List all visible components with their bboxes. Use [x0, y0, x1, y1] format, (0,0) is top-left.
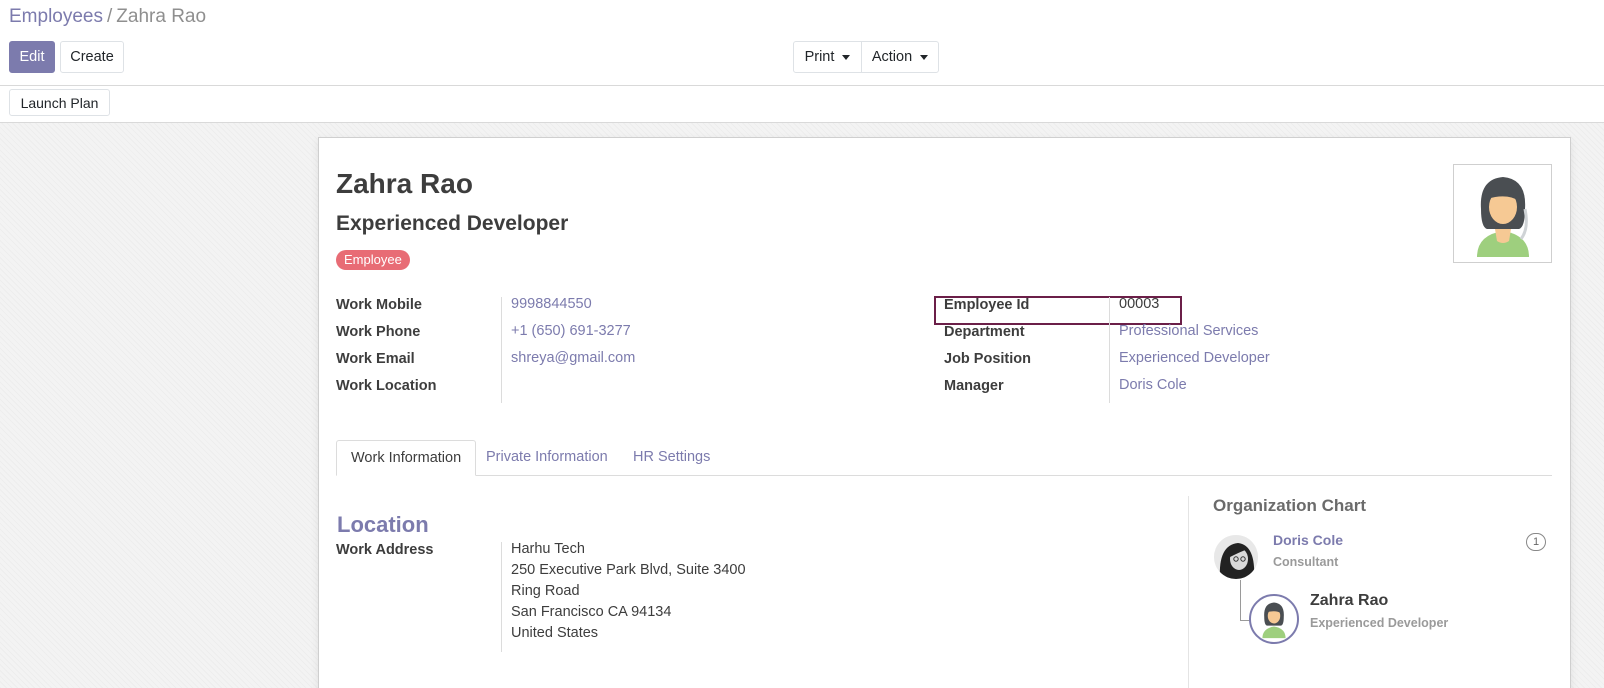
- field-work-location: Work Location: [336, 372, 436, 399]
- location-section-title: Location: [337, 512, 429, 537]
- right-fields-divider: [1109, 297, 1110, 403]
- employee-id-value[interactable]: 00003: [1119, 296, 1159, 312]
- work-email-value[interactable]: shreya@gmail.com: [511, 350, 635, 366]
- department-label: Department: [944, 323, 1025, 340]
- manager-avatar[interactable]: [1214, 535, 1258, 579]
- female-avatar-icon: [1476, 176, 1529, 257]
- manager-label: Manager: [944, 377, 1004, 394]
- work-address-company-link[interactable]: Harhu Tech: [511, 541, 585, 557]
- launch-plan-button[interactable]: Launch Plan: [9, 89, 110, 116]
- print-label: Print: [804, 49, 835, 65]
- control-panel: Employees / Zahra Rao Edit Create Print Ac…: [0, 0, 1604, 86]
- field-work-email: Work Email: [336, 345, 415, 372]
- work-location-label: Work Location: [336, 377, 437, 394]
- breadcrumb: Employees / Zahra Rao: [9, 6, 206, 28]
- org-chart-divider: [1188, 496, 1189, 688]
- employee-form-sheet: Zahra Rao Experienced Developer Employee…: [318, 137, 1571, 688]
- employee-org-avatar[interactable]: [1249, 594, 1299, 644]
- field-employee-id: Employee Id: [944, 291, 1029, 318]
- field-work-phone: Work Phone: [336, 318, 420, 345]
- left-fields-divider: [501, 297, 502, 403]
- subordinates-count-badge[interactable]: 1: [1526, 533, 1546, 551]
- tab-private-information[interactable]: Private Information: [472, 440, 622, 476]
- caret-down-icon: [920, 54, 929, 60]
- address-line: Ring Road: [511, 583, 580, 599]
- manager-avatar-icon: [1214, 535, 1258, 579]
- female-avatar-icon: [1262, 602, 1286, 639]
- print-dropdown-button[interactable]: Print: [793, 41, 862, 73]
- org-employee-title: Experienced Developer: [1310, 616, 1449, 630]
- work-email-label: Work Email: [336, 350, 415, 367]
- statusbar: Launch Plan: [0, 86, 1604, 123]
- address-divider: [501, 542, 502, 652]
- address-line: San Francisco CA 94134: [511, 604, 672, 620]
- org-manager-name[interactable]: Doris Cole: [1273, 532, 1343, 548]
- work-phone-value[interactable]: +1 (650) 691-3277: [511, 323, 631, 339]
- employee-photo[interactable]: [1453, 164, 1552, 263]
- address-line: 250 Executive Park Blvd, Suite 3400: [511, 562, 746, 578]
- job-position-value[interactable]: Experienced Developer: [1119, 350, 1270, 366]
- breadcrumb-employees-link[interactable]: Employees: [9, 6, 103, 27]
- employee-job-title[interactable]: Experienced Developer: [336, 212, 568, 236]
- job-position-label: Job Position: [944, 350, 1031, 367]
- employee-name[interactable]: Zahra Rao: [336, 168, 473, 200]
- field-department: Department: [944, 318, 1025, 345]
- field-work-mobile: Work Mobile: [336, 291, 422, 318]
- org-employee-name: Zahra Rao: [1310, 592, 1389, 609]
- address-line: United States: [511, 625, 599, 641]
- work-address-label: Work Address: [336, 541, 434, 558]
- print-action-group: Print Action: [793, 41, 939, 73]
- tab-hr-settings[interactable]: HR Settings: [619, 440, 724, 476]
- edit-button[interactable]: Edit: [9, 41, 55, 73]
- department-value[interactable]: Professional Services: [1119, 323, 1258, 339]
- employee-tag[interactable]: Employee: [336, 250, 410, 270]
- action-dropdown-button[interactable]: Action: [861, 41, 939, 73]
- create-button[interactable]: Create: [60, 41, 124, 73]
- field-job-position: Job Position: [944, 345, 1031, 372]
- work-phone-label: Work Phone: [336, 323, 421, 340]
- breadcrumb-current: Zahra Rao: [116, 6, 207, 27]
- field-work-address: Work Address: [336, 536, 434, 563]
- notebook-tabs: Work Information Private Information HR …: [336, 440, 1552, 476]
- org-manager-title: Consultant: [1273, 555, 1339, 569]
- work-mobile-value[interactable]: 9998844550: [511, 296, 592, 312]
- org-chart-title: Organization Chart: [1213, 496, 1367, 515]
- org-connector-vertical: [1240, 580, 1241, 620]
- caret-down-icon: [842, 54, 851, 60]
- breadcrumb-separator: /: [107, 6, 113, 27]
- action-label: Action: [871, 49, 913, 65]
- tab-work-information[interactable]: Work Information: [336, 440, 477, 476]
- work-mobile-label: Work Mobile: [336, 296, 422, 313]
- employee-id-label: Employee Id: [944, 296, 1030, 313]
- field-manager: Manager: [944, 372, 1004, 399]
- manager-value[interactable]: Doris Cole: [1119, 377, 1187, 393]
